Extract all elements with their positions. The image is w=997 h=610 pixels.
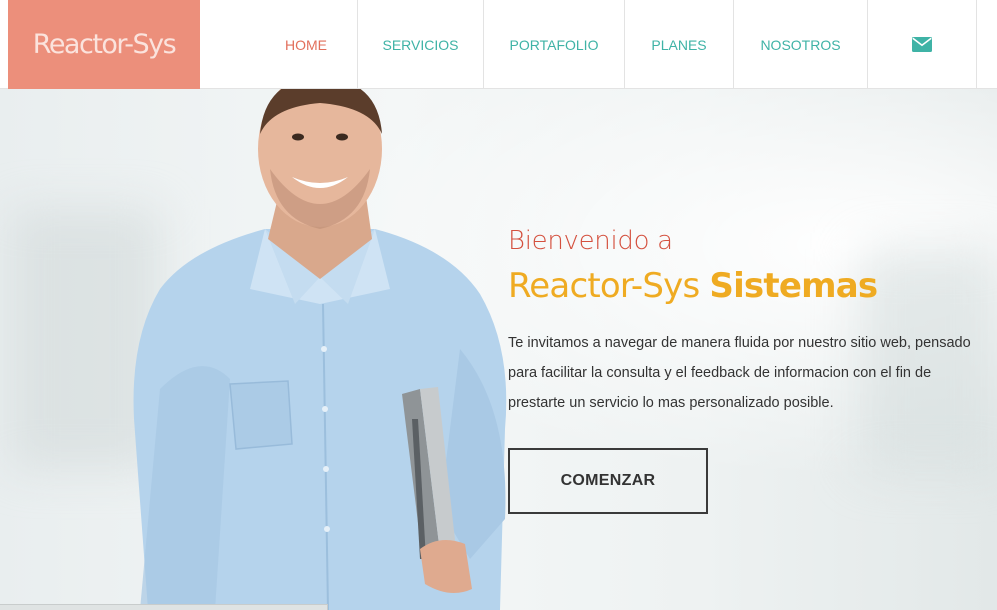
man-with-laptop-image <box>133 89 507 610</box>
comenzar-button[interactable]: COMENZAR <box>508 448 708 514</box>
logo-text: Reactor-Sys <box>32 29 177 60</box>
site-logo[interactable]: Reactor-Sys <box>8 0 200 89</box>
browser-status-bar <box>0 604 328 610</box>
nav-nosotros[interactable]: NOSOTROS <box>733 0 867 89</box>
nav-home[interactable]: HOME <box>255 0 357 89</box>
hero-brand: Reactor-Sys <box>508 266 700 306</box>
hero-brand-bold: Sistemas <box>709 266 878 306</box>
hero-title: Reactor-Sys Sistemas <box>508 266 978 306</box>
navbar: Reactor-Sys HOME SERVICIOS PORTAFOLIO PL… <box>0 0 997 89</box>
envelope-icon <box>912 37 932 52</box>
nav-servicios[interactable]: SERVICIOS <box>357 0 483 89</box>
hero-section: Bienvenido a Reactor-Sys Sistemas Te inv… <box>0 89 997 610</box>
nav-contact[interactable] <box>867 0 977 89</box>
hero-greeting: Bienvenido a <box>508 226 673 256</box>
hero-description: Te invitamos a navegar de manera fluida … <box>508 335 971 411</box>
nav-portafolio[interactable]: PORTAFOLIO <box>483 0 624 89</box>
nav-planes[interactable]: PLANES <box>624 0 733 89</box>
hero-text-block: Bienvenido a Reactor-Sys Sistemas Te inv… <box>508 226 978 418</box>
